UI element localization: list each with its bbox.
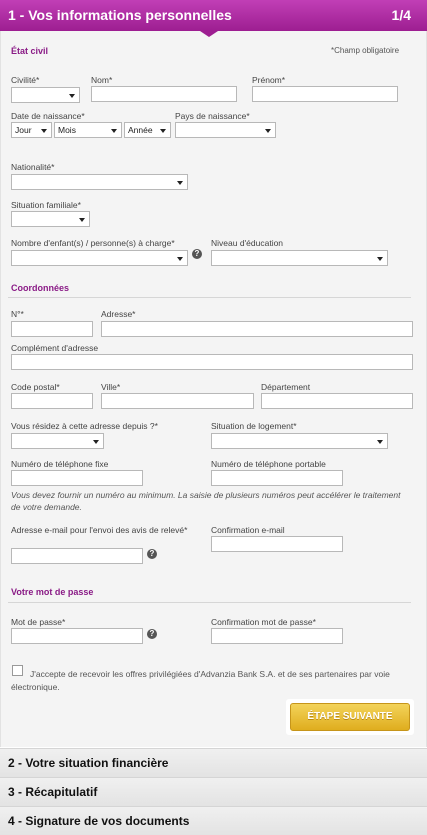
jour-value: Jour bbox=[15, 125, 32, 135]
chevron-down-icon bbox=[160, 129, 166, 133]
ville-label: Ville* bbox=[101, 382, 121, 392]
step-counter: 1/4 bbox=[391, 7, 411, 23]
depuis-label: Vous résidez à cette adresse depuis ?* bbox=[11, 421, 158, 431]
tel-fixe-label: Numéro de téléphone fixe bbox=[11, 459, 109, 469]
step-3-bar[interactable]: 3 - Récapitulatif bbox=[0, 777, 427, 806]
step-title: 1 - Vos informations personnelles bbox=[8, 7, 232, 23]
chevron-down-icon bbox=[265, 129, 271, 133]
help-icon[interactable]: ? bbox=[147, 549, 157, 559]
adresse-input[interactable] bbox=[101, 321, 413, 337]
departement-label: Département bbox=[261, 382, 311, 392]
date-naissance-label: Date de naissance* bbox=[11, 111, 85, 121]
enfants-label: Nombre d'enfant(s) / personne(s) à charg… bbox=[11, 238, 175, 248]
numero-label: N°* bbox=[11, 309, 24, 319]
header-pointer bbox=[200, 31, 218, 37]
tel-fixe-input[interactable] bbox=[11, 470, 143, 486]
tel-portable-label: Numéro de téléphone portable bbox=[211, 459, 326, 469]
complement-label: Complément d'adresse bbox=[11, 343, 99, 353]
mot-de-passe-confirmation-label: Confirmation mot de passe* bbox=[211, 617, 316, 627]
departement-input[interactable] bbox=[261, 393, 413, 409]
chevron-down-icon bbox=[377, 257, 383, 261]
step-4-bar[interactable]: 4 - Signature de vos documents bbox=[0, 806, 427, 835]
section-divider bbox=[8, 602, 411, 603]
email-confirmation-input[interactable] bbox=[211, 536, 343, 552]
enfants-select[interactable] bbox=[11, 250, 188, 266]
chevron-down-icon bbox=[177, 257, 183, 261]
mot-de-passe-label: Mot de passe* bbox=[11, 617, 66, 627]
code-postal-label: Code postal* bbox=[11, 382, 60, 392]
prenom-input[interactable] bbox=[252, 86, 398, 102]
email-confirmation-label: Confirmation e-mail bbox=[211, 525, 285, 535]
nationalite-label: Nationalité* bbox=[11, 162, 55, 172]
civilite-label: Civilité* bbox=[11, 75, 40, 85]
situation-familiale-label: Situation familiale* bbox=[11, 200, 81, 210]
adresse-label: Adresse* bbox=[101, 309, 136, 319]
chevron-down-icon bbox=[177, 181, 183, 185]
pays-naissance-select[interactable] bbox=[175, 122, 276, 138]
depuis-select[interactable] bbox=[11, 433, 104, 449]
numero-input[interactable] bbox=[11, 321, 93, 337]
email-input[interactable] bbox=[11, 548, 143, 564]
chevron-down-icon bbox=[79, 218, 85, 222]
required-note: *Champ obligatoire bbox=[331, 46, 400, 55]
situation-familiale-select[interactable] bbox=[11, 211, 90, 227]
help-icon[interactable]: ? bbox=[192, 249, 202, 259]
section-title-mot-de-passe: Votre mot de passe bbox=[11, 587, 94, 597]
section-title-etat-civil: État civil bbox=[11, 46, 49, 56]
chevron-down-icon bbox=[41, 129, 47, 133]
email-label: Adresse e-mail pour l'envoi des avis de … bbox=[11, 525, 188, 535]
code-postal-input[interactable] bbox=[11, 393, 93, 409]
mois-select[interactable]: Mois bbox=[54, 122, 122, 138]
chevron-down-icon bbox=[111, 129, 117, 133]
niveau-education-label: Niveau d'éducation bbox=[211, 238, 284, 248]
mot-de-passe-confirmation-input[interactable] bbox=[211, 628, 343, 644]
section-divider bbox=[8, 297, 411, 298]
prenom-label: Prénom* bbox=[252, 75, 286, 85]
section-title-coordonnees: Coordonnées bbox=[11, 283, 70, 293]
nationalite-select[interactable] bbox=[11, 174, 188, 190]
nom-input[interactable] bbox=[91, 86, 237, 102]
chevron-down-icon bbox=[93, 440, 99, 444]
pays-naissance-label: Pays de naissance* bbox=[175, 111, 250, 121]
tel-portable-input[interactable] bbox=[211, 470, 343, 486]
step-2-bar[interactable]: 2 - Votre situation financière bbox=[0, 748, 427, 777]
next-step-button[interactable]: ÉTAPE SUIVANTE bbox=[290, 703, 410, 731]
chevron-down-icon bbox=[377, 440, 383, 444]
help-icon[interactable]: ? bbox=[147, 629, 157, 639]
consent-text: J'accepte de recevoir les offres privilé… bbox=[11, 669, 390, 692]
logement-label: Situation de logement* bbox=[211, 421, 297, 431]
ville-input[interactable] bbox=[101, 393, 254, 409]
civilite-select[interactable] bbox=[11, 87, 80, 103]
annee-select[interactable]: Année bbox=[124, 122, 171, 138]
mot-de-passe-input[interactable] bbox=[11, 628, 143, 644]
phone-info-text: Vous devez fournir un numéro au minimum.… bbox=[11, 490, 401, 512]
niveau-education-select[interactable] bbox=[211, 250, 388, 266]
nom-label: Nom* bbox=[91, 75, 113, 85]
step-header[interactable]: 1 - Vos informations personnelles 1/4 bbox=[0, 0, 427, 31]
chevron-down-icon bbox=[69, 94, 75, 98]
complement-input[interactable] bbox=[11, 354, 413, 370]
jour-select[interactable]: Jour bbox=[11, 122, 52, 138]
annee-value: Année bbox=[128, 125, 153, 135]
mois-value: Mois bbox=[58, 125, 76, 135]
logement-select[interactable] bbox=[211, 433, 388, 449]
